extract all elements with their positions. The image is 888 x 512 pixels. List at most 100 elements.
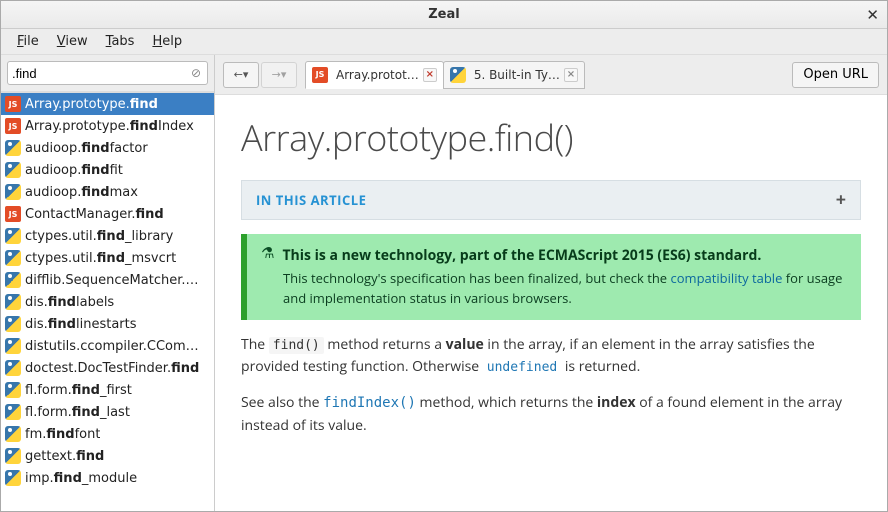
notice-body: This technology's specification has been… — [283, 269, 847, 308]
description-paragraph-2: See also the findIndex() method, which r… — [241, 392, 861, 436]
js-icon: JS — [312, 67, 328, 83]
tab-label: Array.protot… — [336, 68, 419, 82]
menu-tabs[interactable]: Tabs — [98, 31, 143, 52]
python-icon — [5, 448, 21, 464]
nav-back-button[interactable]: ←▾ — [223, 62, 259, 88]
tabs: JS Array.protot… × 5. Built-in Ty… × — [305, 61, 784, 89]
result-item[interactable]: JS Array.prototype.findIndex — [1, 115, 214, 137]
menubar: File View Tabs Help — [1, 29, 887, 55]
python-icon — [5, 294, 21, 310]
findindex-link[interactable]: findIndex() — [323, 395, 416, 411]
result-item[interactable]: distutils.ccompiler.CCom… — [1, 335, 214, 357]
open-url-button[interactable]: Open URL — [792, 62, 879, 88]
tab-label: 5. Built-in Ty… — [474, 68, 560, 82]
compat-table-link[interactable]: compatibility table — [671, 269, 783, 287]
result-label: dis.findlinestarts — [25, 317, 137, 332]
result-label: fm.findfont — [25, 427, 100, 442]
doc-content[interactable]: Array.prototype.find() IN THIS ARTICLE +… — [215, 95, 887, 511]
result-item[interactable]: dis.findlinestarts — [1, 313, 214, 335]
menu-help[interactable]: Help — [144, 31, 190, 52]
result-label: doctest.DocTestFinder.find — [25, 361, 199, 376]
result-item[interactable]: dis.findlabels — [1, 291, 214, 313]
result-label: Array.prototype.findIndex — [25, 119, 194, 134]
result-item[interactable]: fm.findfont — [1, 423, 214, 445]
result-label: audioop.findfactor — [25, 141, 148, 156]
result-item[interactable]: ctypes.util.find_library — [1, 225, 214, 247]
code-find: find() — [269, 337, 324, 354]
python-icon — [5, 162, 21, 178]
python-icon — [5, 140, 21, 156]
result-item[interactable]: audioop.findfactor — [1, 137, 214, 159]
js-icon: JS — [5, 96, 21, 112]
sidebar: ⊘ JS Array.prototype.find JS Array.prototyp… — [1, 55, 215, 511]
python-icon — [5, 470, 21, 486]
python-icon — [5, 382, 21, 398]
titlebar[interactable]: Zeal ✕ — [1, 1, 887, 29]
result-label: Array.prototype.find — [25, 97, 158, 112]
es6-notice: ⚗ This is a new technology, part of the … — [241, 234, 861, 320]
nav-forward-button[interactable]: →▾ — [261, 62, 297, 88]
result-item[interactable]: fl.form.find_last — [1, 401, 214, 423]
doc-tab[interactable]: JS Array.protot… × — [305, 61, 444, 89]
result-label: audioop.findmax — [25, 185, 138, 200]
clear-search-icon[interactable]: ⊘ — [189, 66, 203, 80]
result-item[interactable]: JS ContactManager.find — [1, 203, 214, 225]
page-title: Array.prototype.find() — [241, 113, 861, 162]
in-this-article-label: IN THIS ARTICLE — [256, 191, 366, 209]
result-item[interactable]: doctest.DocTestFinder.find — [1, 357, 214, 379]
result-item[interactable]: fl.form.find_first — [1, 379, 214, 401]
result-label: distutils.ccompiler.CCom… — [25, 339, 199, 354]
python-icon — [5, 184, 21, 200]
doc-tab[interactable]: 5. Built-in Ty… × — [443, 61, 585, 89]
result-item[interactable]: audioop.findfit — [1, 159, 214, 181]
python-icon — [5, 360, 21, 376]
python-icon — [5, 426, 21, 442]
result-item[interactable]: audioop.findmax — [1, 181, 214, 203]
result-label: fl.form.find_last — [25, 405, 130, 420]
results-list[interactable]: JS Array.prototype.find JS Array.prototype.… — [1, 92, 214, 511]
python-icon — [450, 67, 466, 83]
flask-icon: ⚗ — [261, 246, 274, 261]
js-icon: JS — [5, 206, 21, 222]
result-label: dis.findlabels — [25, 295, 114, 310]
result-label: imp.find_module — [25, 471, 137, 486]
close-icon[interactable]: ✕ — [866, 6, 879, 24]
python-icon — [5, 404, 21, 420]
arrow-right-icon: →▾ — [272, 68, 287, 81]
window-title: Zeal — [428, 7, 459, 22]
expand-icon[interactable]: + — [836, 188, 846, 212]
search-input[interactable] — [12, 66, 189, 81]
notice-title-text: This is a new technology, part of the EC… — [282, 246, 761, 265]
toolbar: ←▾ →▾ JS Array.protot… × 5. Built-in Ty… × O… — [215, 55, 887, 95]
python-icon — [5, 316, 21, 332]
result-label: fl.form.find_first — [25, 383, 132, 398]
result-label: audioop.findfit — [25, 163, 123, 178]
result-label: ctypes.util.find_msvcrt — [25, 251, 176, 266]
result-item[interactable]: difflib.SequenceMatcher.… — [1, 269, 214, 291]
result-label: gettext.find — [25, 449, 104, 464]
result-item[interactable]: imp.find_module — [1, 467, 214, 489]
python-icon — [5, 250, 21, 266]
result-label: ctypes.util.find_library — [25, 229, 173, 244]
app-window: Zeal ✕ File View Tabs Help ⊘ JS Array.pro… — [0, 0, 888, 512]
result-item[interactable]: gettext.find — [1, 445, 214, 467]
tab-close-icon[interactable]: × — [564, 68, 578, 82]
python-icon — [5, 228, 21, 244]
result-item[interactable]: ctypes.util.find_msvcrt — [1, 247, 214, 269]
python-icon — [5, 272, 21, 288]
result-item[interactable]: JS Array.prototype.find — [1, 93, 214, 115]
body: ⊘ JS Array.prototype.find JS Array.prototyp… — [1, 55, 887, 511]
menu-view[interactable]: View — [49, 31, 96, 52]
code-undefined[interactable]: undefined — [483, 359, 561, 376]
js-icon: JS — [5, 118, 21, 134]
tab-close-icon[interactable]: × — [423, 68, 437, 82]
result-label: ContactManager.find — [25, 207, 164, 222]
arrow-left-icon: ←▾ — [234, 68, 249, 81]
description-paragraph-1: The find() method returns a value in the… — [241, 334, 861, 378]
search-box[interactable]: ⊘ — [7, 61, 208, 85]
python-icon — [5, 338, 21, 354]
main-pane: ←▾ →▾ JS Array.protot… × 5. Built-in Ty… × O… — [215, 55, 887, 511]
in-this-article-box[interactable]: IN THIS ARTICLE + — [241, 180, 861, 220]
result-label: difflib.SequenceMatcher.… — [25, 273, 199, 288]
menu-file[interactable]: File — [9, 31, 47, 52]
